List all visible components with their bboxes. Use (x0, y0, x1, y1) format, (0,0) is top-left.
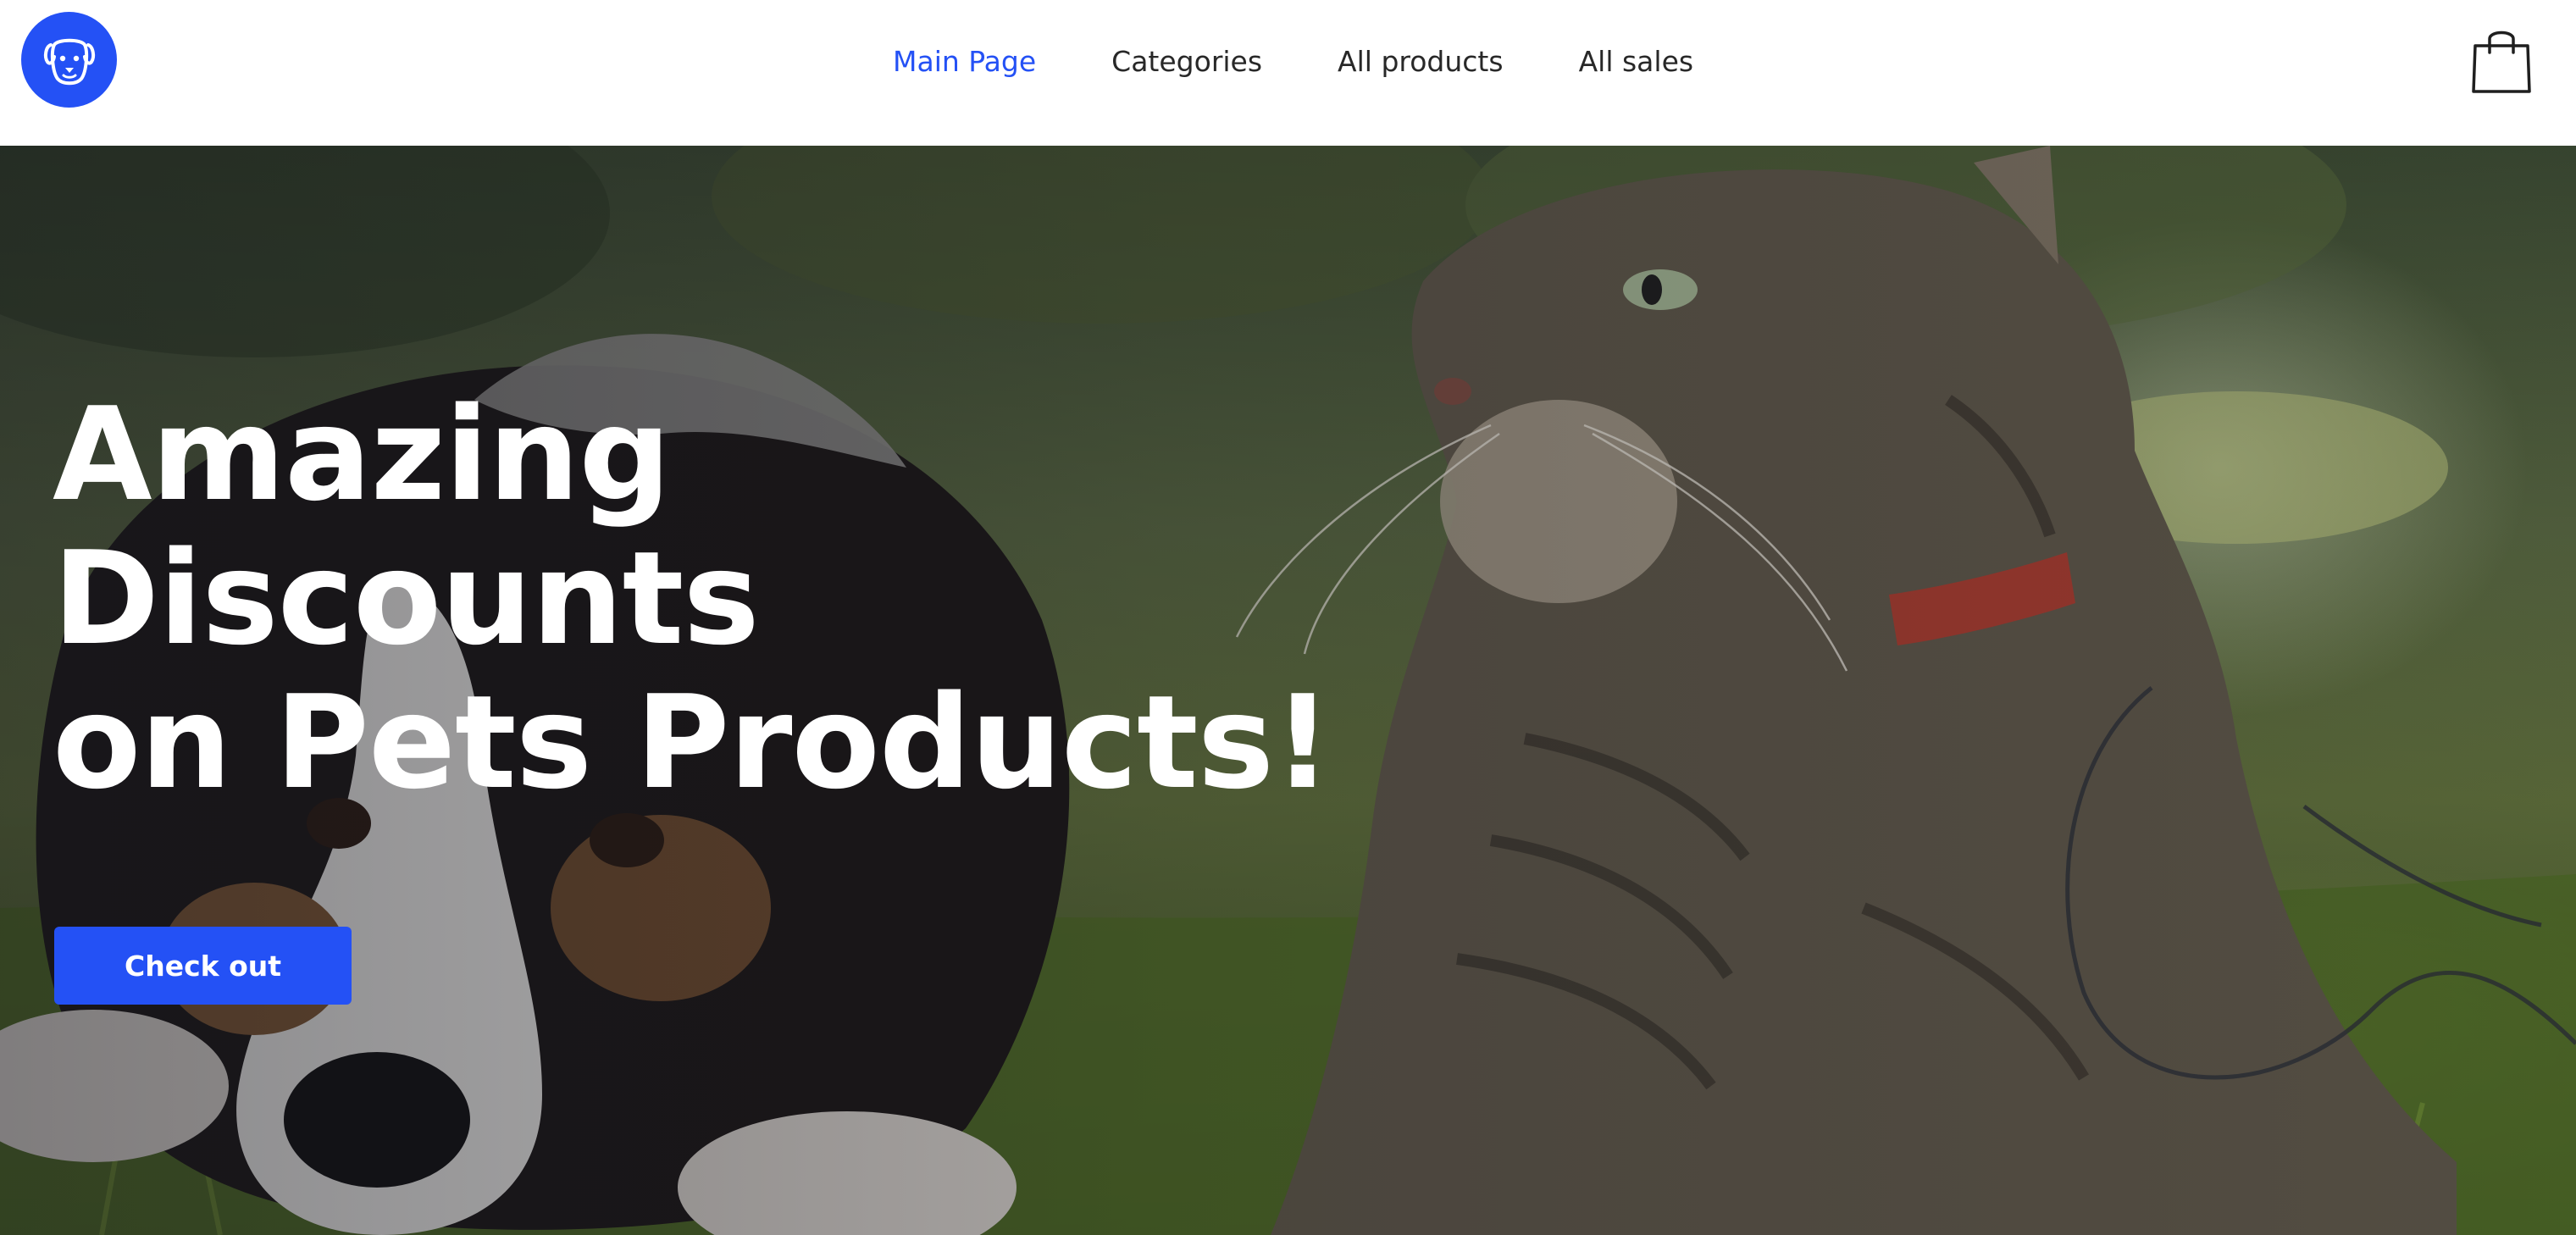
cart-button[interactable] (2470, 25, 2533, 95)
hero-title: Amazing Discounts on Pets Products! (53, 383, 1408, 815)
check-out-button[interactable]: Check out (54, 927, 352, 1005)
hero-banner: Amazing Discounts on Pets Products! Chec… (0, 146, 2576, 1235)
nav-main-page[interactable]: Main Page (893, 45, 1036, 78)
site-header: Main Page Categories All products All sa… (0, 0, 2576, 146)
nav-all-products[interactable]: All products (1338, 45, 1504, 78)
dog-face-icon (43, 38, 95, 85)
nav-categories[interactable]: Categories (1111, 45, 1262, 78)
main-nav: Main Page Categories All products All sa… (893, 0, 1693, 122)
nav-all-sales[interactable]: All sales (1579, 45, 1693, 78)
hero-title-line: Amazing (53, 379, 671, 529)
hero-title-line: on Pets Products! (53, 667, 1332, 817)
shopping-bag-icon (2472, 30, 2531, 93)
hero-title-line: Discounts (53, 523, 760, 673)
logo-button[interactable] (21, 12, 117, 108)
